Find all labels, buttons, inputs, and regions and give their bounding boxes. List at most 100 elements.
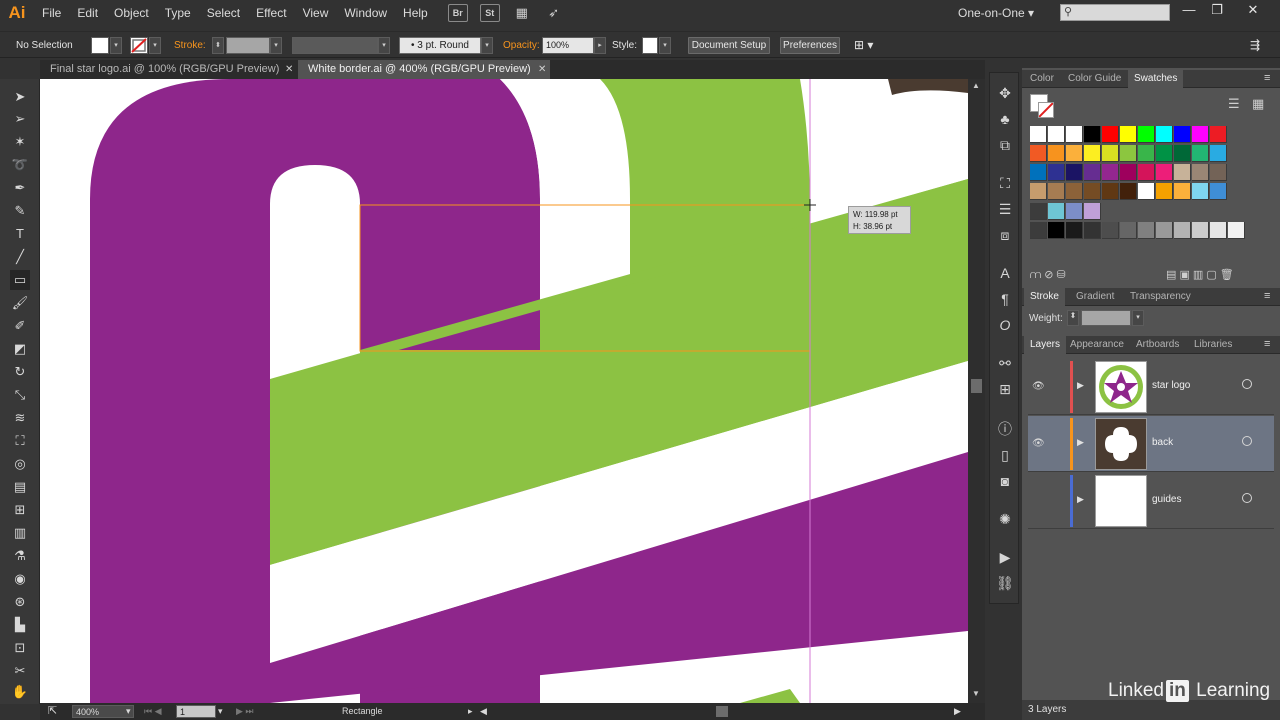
color-swatch[interactable] [1048,183,1065,200]
color-swatch[interactable] [1048,203,1065,220]
zoom-input[interactable]: 400% [72,705,134,718]
list-view-icon[interactable]: ☰ [1228,96,1240,112]
info-icon[interactable]: ⓘ [995,419,1015,439]
scroll-left-icon[interactable]: ◀ [480,705,487,718]
color-swatch[interactable] [1102,126,1119,143]
perspective-grid-tool-icon[interactable]: ▤ [10,477,30,497]
target-icon[interactable] [1242,436,1252,446]
color-swatch[interactable] [1030,222,1047,239]
paintbrush-tool-icon[interactable]: 🖌 [10,293,30,313]
color-swatch[interactable] [1192,145,1209,162]
color-swatch[interactable] [1156,222,1173,239]
color-swatch[interactable] [1066,183,1083,200]
color-swatch[interactable] [1102,145,1119,162]
mesh-tool-icon[interactable]: ⊞ [10,500,30,520]
color-swatch[interactable] [1156,126,1173,143]
tab-transparency[interactable]: Transparency [1124,288,1197,306]
close-button[interactable]: ✕ [1240,0,1266,22]
color-swatch[interactable] [1066,222,1083,239]
color-swatch[interactable] [1084,126,1101,143]
scroll-right-icon[interactable]: ▶ [954,705,961,718]
color-swatch[interactable] [1192,126,1209,143]
style-dropdown[interactable]: ▾ [659,37,671,54]
fill-dropdown[interactable]: ▾ [110,37,122,54]
swatch-libraries-icon[interactable]: ⩋ ⊘ ⛁ [1030,268,1066,282]
expand-arrow-icon[interactable]: ▶ [1077,437,1084,448]
grid-view-icon[interactable]: ▦ [1252,96,1264,112]
color-swatch[interactable] [1174,222,1191,239]
align-icon[interactable]: ⊞ ▾ [854,36,873,55]
color-swatch[interactable] [1174,183,1191,200]
transform-icon[interactable]: ⛶ [995,173,1015,193]
color-swatch[interactable] [1138,164,1155,181]
magic-wand-tool-icon[interactable]: ✶ [10,132,30,152]
menu-edit[interactable]: Edit [69,0,106,26]
color-swatch[interactable] [1210,164,1227,181]
restore-button[interactable]: ❐ [1204,0,1230,22]
layer-name[interactable]: star logo [1152,380,1190,391]
fill-swatch[interactable] [91,37,109,54]
tab-color-guide[interactable]: Color Guide [1062,70,1127,88]
stroke-label[interactable]: Stroke: [174,36,206,55]
direct-selection-tool-icon[interactable]: ➢ [10,109,30,129]
minimize-button[interactable]: — [1176,0,1202,22]
color-swatch[interactable] [1138,126,1155,143]
blend-tool-icon[interactable]: ◉ [10,569,30,589]
line-tool-icon[interactable]: ╱ [10,247,30,267]
align-panel-icon[interactable]: ☰ [995,199,1015,219]
visibility-eye-icon[interactable]: 👁 [1032,381,1045,392]
color-swatch[interactable] [1030,126,1047,143]
layer-name[interactable]: guides [1152,494,1181,505]
character-icon[interactable]: A [995,263,1015,283]
color-swatch[interactable] [1120,126,1137,143]
menu-view[interactable]: View [295,0,337,26]
variable-width-profile[interactable] [292,37,378,54]
color-swatch[interactable] [1084,145,1101,162]
stock-button[interactable]: St [479,4,500,22]
menu-effect[interactable]: Effect [248,0,294,26]
menu-file[interactable]: File [34,0,69,26]
pathfinder-icon[interactable]: ⧈ [995,225,1015,245]
next-artboard-icon[interactable]: ▶ ⏭ [236,705,254,718]
symbols-icon[interactable]: ♣ [995,109,1015,129]
tab-appearance[interactable]: Appearance [1064,336,1130,354]
color-swatch[interactable] [1120,183,1137,200]
expand-arrow-icon[interactable]: ▶ [1077,380,1084,391]
search-input[interactable]: ⚲ [1060,4,1170,21]
color-swatch[interactable] [1156,145,1173,162]
scroll-up-icon[interactable]: ▲ [972,81,980,90]
workspace-switcher[interactable]: One-on-One ▾ [958,0,1034,26]
shape-builder-tool-icon[interactable]: ◎ [10,454,30,474]
panel-menu-icon[interactable]: ⇶ [1250,36,1260,55]
paragraph-icon[interactable]: ¶ [995,289,1015,309]
vertical-scrollbar[interactable]: ▲ ▼ [968,79,985,703]
document-setup-button[interactable]: Document Setup [688,37,770,54]
color-swatch[interactable] [1210,222,1227,239]
profile-dropdown[interactable]: ▾ [378,37,390,54]
symbol-sprayer-tool-icon[interactable]: ⊛ [10,592,30,612]
scroll-down-icon[interactable]: ▼ [972,689,980,698]
bridge-button[interactable]: Br [447,4,468,22]
target-icon[interactable] [1242,493,1252,503]
asset-export-icon[interactable]: ⚯ [995,353,1015,373]
artboard-dropdown[interactable]: ▾ [218,705,223,718]
color-swatch[interactable] [1084,183,1101,200]
tab-color[interactable]: Color [1024,70,1060,88]
rotate-tool-icon[interactable]: ↻ [10,362,30,382]
color-swatch[interactable] [1030,183,1047,200]
color-swatch[interactable] [1192,183,1209,200]
panel-menu-icon[interactable]: ≡ [1264,338,1270,350]
gpu-performance-icon[interactable]: ➶ [544,4,564,22]
vertical-scroll-thumb[interactable] [971,379,982,393]
eyedropper-tool-icon[interactable]: ⚗ [10,546,30,566]
color-swatch[interactable] [1120,222,1137,239]
links-icon[interactable]: ⛓ [995,573,1015,593]
color-swatch[interactable] [1210,126,1227,143]
color-swatch[interactable] [1030,203,1047,220]
color-swatch[interactable] [1174,126,1191,143]
arrange-documents-icon[interactable]: ▦ [512,4,532,22]
color-swatch[interactable] [1174,164,1191,181]
stroke-weight-input[interactable] [226,37,270,54]
tab-libraries[interactable]: Libraries [1188,336,1238,354]
color-swatch[interactable] [1228,222,1245,239]
